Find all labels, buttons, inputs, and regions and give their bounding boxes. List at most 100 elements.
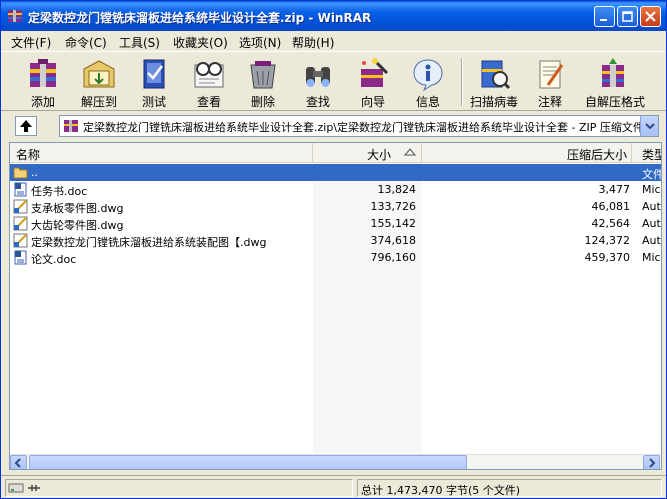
address-dropdown-button[interactable] (640, 116, 658, 136)
virus-scan-button[interactable]: 扫描病毒 (466, 55, 522, 109)
drive-icon (8, 483, 40, 493)
view-button[interactable]: 查看 (181, 55, 237, 109)
close-icon (645, 11, 656, 22)
up-arrow-icon (20, 120, 32, 132)
test-label: 测试 (141, 95, 166, 109)
delete-label: 删除 (250, 95, 275, 109)
file-list[interactable]: 名称 大小 压缩后大小 类型 .. 文件 任务书.doc (9, 142, 662, 470)
dwg-file-icon (13, 216, 28, 231)
column-header-size-label: 大小 (366, 148, 391, 162)
scroll-thumb[interactable] (29, 455, 467, 469)
table-row[interactable]: 论文.doc 796,160 459,370 Mic (10, 249, 661, 266)
window-title: 定梁数控龙门镗铣床溜板进给系统毕业设计全套.zip - WinRAR (28, 11, 372, 25)
virus-scan-label: 扫描病毒 (469, 95, 518, 109)
extract-to-label: 解压到 (80, 95, 117, 109)
file-size: 13,824 (377, 183, 417, 196)
file-name: 大齿轮零件图.dwg (31, 219, 124, 232)
maximize-icon (622, 11, 633, 22)
sfx-icon (602, 58, 624, 87)
info-icon (413, 59, 443, 91)
menu-commands[interactable]: 命令(C) (63, 33, 109, 50)
file-packed-size: 459,370 (584, 251, 631, 264)
comment-icon (539, 60, 564, 89)
status-right-panel: 总计 1,473,470 字节(5 个文件) (357, 479, 662, 497)
folder-up-icon (13, 167, 28, 179)
wizard-label: 向导 (360, 95, 385, 109)
maximize-button[interactable] (617, 6, 638, 27)
archive-icon (64, 120, 78, 132)
wizard-icon (361, 58, 389, 87)
virus-scan-icon (481, 60, 511, 90)
menu-favorites[interactable]: 收藏夹(O) (171, 33, 230, 50)
table-row[interactable]: .. 文件 (10, 164, 662, 181)
chevron-left-icon (14, 458, 21, 468)
wizard-button[interactable]: 向导 (345, 55, 401, 109)
info-button[interactable]: 信息 (400, 55, 456, 109)
scroll-right-button[interactable] (643, 455, 660, 469)
table-row[interactable]: 大齿轮零件图.dwg 155,142 42,564 Aut (10, 215, 661, 232)
file-type: Aut (642, 234, 661, 247)
add-button[interactable]: 添加 (15, 55, 71, 109)
winrar-app-icon (8, 10, 22, 22)
scroll-left-button[interactable] (10, 455, 27, 469)
address-bar: 定梁数控龙门镗铣床溜板进给系统毕业设计全套.zip\定梁数控龙门镗铣床溜板进给系… (1, 112, 666, 140)
column-header-packed[interactable]: 压缩后大小 (422, 143, 632, 163)
file-size: 155,142 (370, 217, 417, 230)
file-type: Aut (642, 217, 661, 230)
chevron-down-icon (645, 123, 655, 130)
file-packed-size: 124,372 (584, 234, 631, 247)
status-total: 总计 1,473,470 字节(5 个文件) (361, 484, 521, 497)
delete-button[interactable]: 删除 (235, 55, 291, 109)
info-label: 信息 (415, 95, 440, 109)
comment-label: 注释 (537, 95, 562, 109)
table-row[interactable]: 定梁数控龙门镗铣床溜板进给系统装配图【.dwg 374,618 124,372 … (10, 232, 661, 249)
file-size: 133,726 (370, 200, 417, 213)
test-button[interactable]: 测试 (126, 55, 182, 109)
word-doc-icon (14, 250, 27, 265)
address-combo[interactable]: 定梁数控龙门镗铣床溜板进给系统毕业设计全套.zip\定梁数控龙门镗铣床溜板进给系… (59, 115, 659, 137)
sfx-button[interactable]: 自解压格式 (585, 55, 646, 109)
test-icon (143, 59, 165, 89)
minimize-button[interactable] (594, 6, 615, 27)
add-icon (30, 59, 56, 87)
toolbar-separator (461, 58, 463, 106)
file-type: 文件 (642, 168, 662, 181)
up-folder-button[interactable] (15, 116, 37, 136)
file-name: 定梁数控龙门镗铣床溜板进给系统装配图【.dwg (31, 236, 267, 249)
menu-help[interactable]: 帮助(H) (290, 33, 336, 50)
horizontal-scrollbar[interactable] (10, 454, 661, 469)
winrar-window: 定梁数控龙门镗铣床溜板进给系统毕业设计全套.zip - WinRAR 文件(F)… (0, 0, 667, 499)
chevron-right-icon (649, 458, 656, 468)
close-button[interactable] (640, 6, 661, 27)
file-name: 论文.doc (31, 253, 77, 266)
sort-ascending-icon (404, 148, 416, 156)
find-icon (306, 67, 330, 87)
file-type: Mic (642, 183, 661, 196)
dwg-file-icon (13, 233, 28, 248)
file-packed-size: 3,477 (598, 183, 631, 196)
file-packed-size: 42,564 (591, 217, 631, 230)
file-type: Aut (642, 200, 661, 213)
file-name: 任务书.doc (31, 185, 88, 198)
status-bar: 总计 1,473,470 字节(5 个文件) (1, 475, 666, 498)
word-doc-icon (14, 182, 27, 197)
delete-icon (250, 61, 276, 89)
minimize-icon (600, 19, 607, 21)
file-size: 796,160 (370, 251, 417, 264)
title-bar[interactable]: 定梁数控龙门镗铣床溜板进给系统毕业设计全套.zip - WinRAR (1, 1, 666, 31)
file-name: 支承板零件图.dwg (31, 202, 124, 215)
menu-options[interactable]: 选项(N) (237, 33, 283, 50)
column-header-name[interactable]: 名称 (10, 143, 313, 163)
table-row[interactable]: 任务书.doc 13,824 3,477 Mic (10, 181, 661, 198)
view-icon (194, 62, 224, 88)
menu-tools[interactable]: 工具(S) (117, 33, 162, 50)
column-header-type[interactable]: 类型 (632, 143, 661, 163)
file-type: Mic (642, 251, 661, 264)
menu-file[interactable]: 文件(F) (9, 33, 53, 50)
sfx-label: 自解压格式 (585, 95, 646, 109)
address-text: 定梁数控龙门镗铣床溜板进给系统毕业设计全套.zip\定梁数控龙门镗铣床溜板进给系… (83, 121, 641, 134)
extract-to-button[interactable]: 解压到 (71, 55, 127, 109)
table-row[interactable]: 支承板零件图.dwg 133,726 46,081 Aut (10, 198, 661, 215)
comment-button[interactable]: 注释 (522, 55, 578, 109)
find-button[interactable]: 查找 (290, 55, 346, 109)
